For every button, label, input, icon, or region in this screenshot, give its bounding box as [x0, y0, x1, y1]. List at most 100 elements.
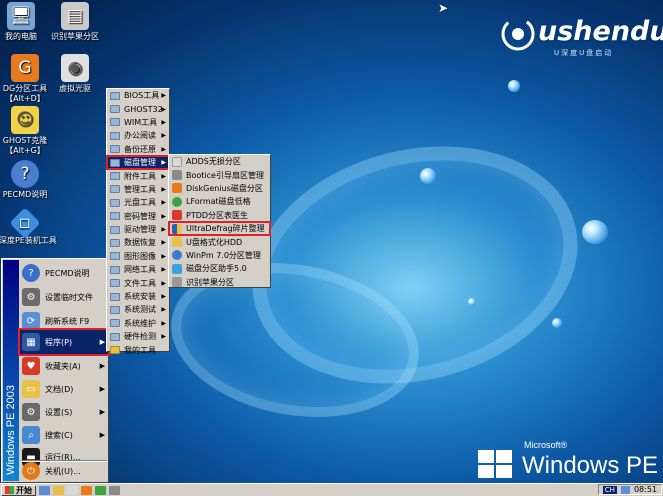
ushendu-logo: ushendu U深度U盘启动: [498, 12, 663, 60]
programs-item-label: 光盘工具: [124, 198, 156, 208]
shutdown-icon: ⏻: [22, 462, 40, 480]
disk-item[interactable]: 磁盘分区助手5.0: [169, 262, 270, 275]
start-item-label: 刷新系统 F9: [45, 316, 90, 326]
disk-item[interactable]: ADDS无损分区: [169, 155, 270, 168]
start-item-pecmd-help[interactable]: ? PECMD说明: [20, 261, 108, 285]
quicklaunch-ghost-icon[interactable]: [67, 485, 78, 495]
start-item-programs[interactable]: ▦ 程序(P) ▶: [18, 328, 110, 356]
brand-company: Microsoft®: [524, 440, 568, 450]
disk-item[interactable]: U盘格式化HDD: [169, 235, 270, 248]
folder-icon: [110, 225, 120, 234]
folder-icon: [110, 238, 120, 247]
desktop-icon-label: 识别苹果分区: [51, 32, 99, 41]
submenu-arrow-icon: ▶: [99, 431, 105, 439]
diskgenius-icon: [172, 183, 182, 194]
installer-icon: ◇: [9, 207, 41, 239]
programs-item[interactable]: 系统安装 ▶: [107, 290, 169, 303]
programs-item-label: WIM工具: [124, 117, 158, 127]
quicklaunch-tool-icon[interactable]: [109, 485, 120, 495]
start-item-label: 文档(D): [45, 384, 74, 394]
cd-icon: ◉: [61, 54, 89, 82]
desktop-icon-virtual-cd[interactable]: ◉ 虚拟光驱: [40, 54, 110, 94]
disk-item-ultradefrag[interactable]: UltraDefrag碎片整理: [168, 220, 271, 237]
adds-icon: [172, 156, 182, 167]
folder-icon: [110, 346, 120, 355]
quicklaunch-explorer-icon[interactable]: [53, 485, 64, 495]
network-icon[interactable]: [620, 485, 630, 494]
submenu-arrow-icon: ▶: [161, 319, 166, 327]
start-item-label: 收藏夹(A): [45, 361, 81, 371]
programs-item[interactable]: 文件工具 ▶: [107, 276, 169, 289]
programs-item-disk-management[interactable]: 磁盘管理 ▶: [106, 154, 170, 171]
start-item-label: 搜索(C): [45, 430, 73, 440]
programs-item[interactable]: 系统维护 ▶: [107, 317, 169, 330]
programs-item[interactable]: 备份还原 ▶: [107, 143, 169, 156]
programs-item[interactable]: 我的工具: [107, 343, 169, 356]
programs-item[interactable]: 数据恢复 ▶: [107, 236, 169, 249]
start-item-label: 程序(P): [45, 337, 73, 347]
logo-mark-icon: [501, 17, 535, 51]
desktop-icon-apple-partition[interactable]: ▤ 识别苹果分区: [40, 2, 110, 42]
disk-item[interactable]: PTDD分区表医生: [169, 209, 270, 222]
programs-item[interactable]: 密码管理 ▶: [107, 210, 169, 223]
start-button[interactable]: 开始: [1, 484, 36, 496]
logo-subtext: U深度U盘启动: [554, 49, 614, 57]
programs-item-label: 系统测试: [124, 305, 156, 315]
disk-item[interactable]: DiskGenius磁盘分区: [169, 182, 270, 195]
programs-item[interactable]: 系统测试 ▶: [107, 303, 169, 316]
programs-item[interactable]: WIM工具 ▶: [107, 116, 169, 129]
disk-item[interactable]: LFormat磁盘低格: [169, 195, 270, 208]
programs-item[interactable]: 光盘工具 ▶: [107, 196, 169, 209]
start-item-settings[interactable]: ⚙ 设置(S) ▶: [20, 400, 108, 424]
quicklaunch-disk-icon[interactable]: [95, 485, 106, 495]
folder-icon: [110, 319, 120, 328]
programs-item[interactable]: 图形图像 ▶: [107, 250, 169, 263]
start-item-label: 关机(U)...: [45, 466, 81, 476]
start-item-favorites[interactable]: ♥ 收藏夹(A) ▶: [20, 354, 108, 378]
folder-icon: [110, 131, 120, 140]
desktop-icon-pecmd-help[interactable]: ? PECMD说明: [0, 160, 60, 200]
programs-item-label: 图形图像: [124, 251, 156, 261]
programs-submenu: BIOS工具 ▶ GHOST32 ▶ WIM工具 ▶ 办公阅读 ▶ 备份还原 ▶ 磁盘管理…: [106, 88, 170, 355]
start-item-search[interactable]: ⌕ 搜索(C) ▶: [20, 423, 108, 447]
submenu-arrow-icon: ▶: [161, 132, 166, 140]
disk-item[interactable]: 识别苹果分区: [169, 276, 270, 289]
desktop-icon-installer[interactable]: ◇ U深度PE装机工具: [0, 207, 60, 246]
disk-item[interactable]: Bootice引导扇区管理: [169, 168, 270, 181]
submenu-arrow-icon: ▶: [161, 92, 166, 100]
submenu-arrow-icon: ▶: [161, 185, 166, 193]
start-item-shutdown[interactable]: ⏻ 关机(U)...: [20, 459, 108, 483]
programs-item[interactable]: 附件工具 ▶: [107, 169, 169, 182]
programs-item[interactable]: BIOS工具 ▶: [107, 89, 169, 102]
programs-item[interactable]: GHOST32 ▶: [107, 102, 169, 115]
start-item-documents[interactable]: ▭ 文档(D) ▶: [20, 377, 108, 401]
programs-item[interactable]: 硬件检测 ▶: [107, 330, 169, 343]
start-menu-banner-text: Windows PE 2003: [5, 385, 17, 475]
folder-icon: [110, 212, 120, 221]
language-indicator[interactable]: CH: [602, 485, 617, 494]
folder-icon: [110, 305, 120, 314]
programs-icon: ▦: [22, 333, 40, 351]
programs-item-label: 驱动管理: [124, 225, 156, 235]
quicklaunch-dg-icon[interactable]: [81, 485, 92, 495]
start-item-label: PECMD说明: [45, 268, 90, 278]
quicklaunch-desktop-icon[interactable]: [39, 485, 50, 495]
submenu-arrow-icon: ▶: [161, 212, 166, 220]
desktop-icon-label: GHOST克隆【Alt+G】: [2, 136, 48, 155]
programs-item-label: 硬件检测: [124, 332, 156, 342]
submenu-arrow-icon: ▶: [161, 105, 166, 113]
submenu-arrow-icon: ▶: [161, 159, 166, 167]
programs-item[interactable]: 管理工具 ▶: [107, 183, 169, 196]
disk-item[interactable]: WinPm 7.0分区管理: [169, 249, 270, 262]
desktop-icon-ghost[interactable]: ☺ GHOST克隆【Alt+G】: [0, 106, 60, 156]
dg-icon: G: [11, 54, 39, 82]
start-item-temp-files[interactable]: ⚙ 设置临时文件: [20, 285, 108, 309]
start-item-label: 设置(S): [45, 407, 73, 417]
ultradefrag-icon: [172, 223, 182, 234]
programs-item[interactable]: 网络工具 ▶: [107, 263, 169, 276]
start-button-label: 开始: [16, 485, 32, 495]
programs-item[interactable]: 办公阅读 ▶: [107, 129, 169, 142]
programs-item[interactable]: 驱动管理 ▶: [107, 223, 169, 236]
submenu-arrow-icon: ▶: [161, 199, 166, 207]
disk-management-submenu: ADDS无损分区 Bootice引导扇区管理 DiskGenius磁盘分区 LF…: [168, 154, 271, 288]
